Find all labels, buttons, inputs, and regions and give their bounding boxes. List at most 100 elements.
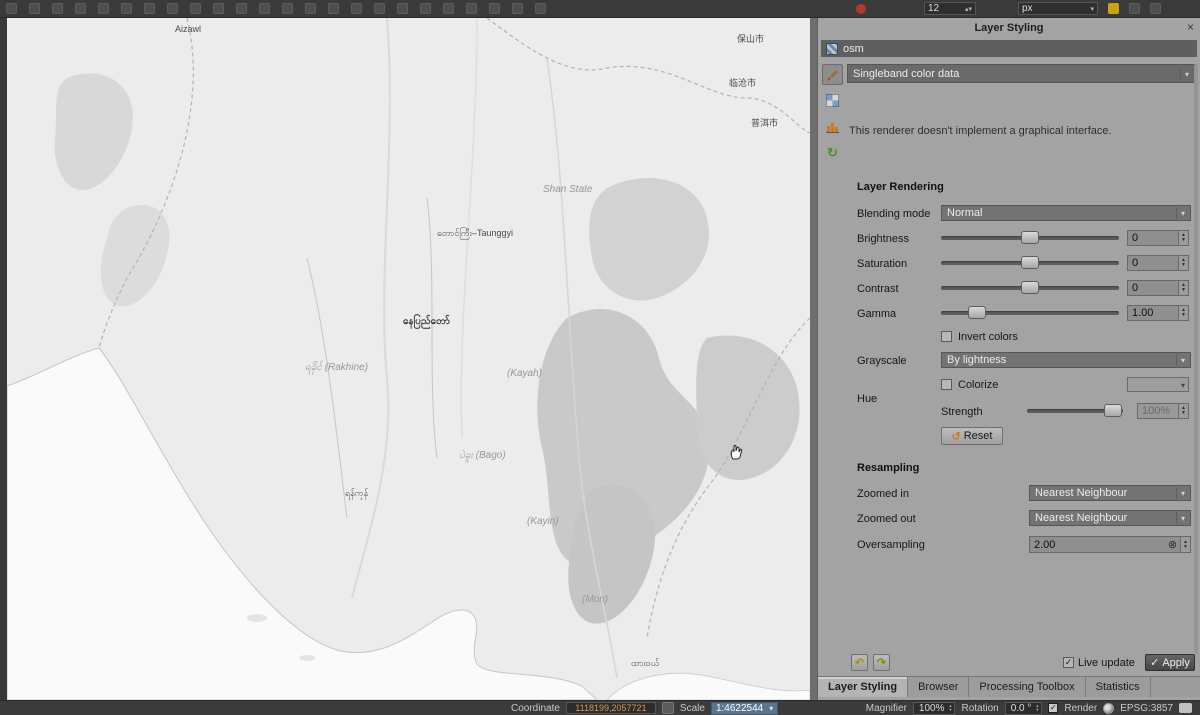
toolbar-icon[interactable]: [466, 3, 477, 14]
tab-history-icon[interactable]: [822, 142, 843, 163]
rotation-value: 0.0 °: [1011, 703, 1032, 714]
map-label: Shan State: [543, 184, 592, 195]
slider-handle[interactable]: [1104, 404, 1122, 417]
tab-layer-styling[interactable]: Layer Styling: [818, 677, 908, 697]
tab-browser[interactable]: Browser: [908, 677, 969, 697]
map-label: 保山市: [737, 32, 764, 45]
toolbar-icon[interactable]: [374, 3, 385, 14]
tab-processing-toolbox[interactable]: Processing Toolbox: [969, 677, 1085, 697]
toolbar-icon[interactable]: [420, 3, 431, 14]
invert-colors-checkbox[interactable]: [941, 331, 952, 342]
zoomed-out-select[interactable]: Nearest Neighbour: [1029, 510, 1191, 526]
font-unit-select[interactable]: px ▾: [1018, 2, 1098, 15]
toolbar-icon[interactable]: [190, 3, 201, 14]
toolbar-icon[interactable]: [351, 3, 362, 14]
toolbar-icon[interactable]: [52, 3, 63, 14]
panel-scrollbar[interactable]: [1194, 64, 1198, 654]
toolbar-icon[interactable]: [328, 3, 339, 14]
spinner-arrows-icon[interactable]: [1178, 231, 1188, 245]
live-update-checkbox[interactable]: [1063, 657, 1074, 668]
toolbar-icon[interactable]: [75, 3, 86, 14]
undo-style-button[interactable]: [851, 654, 868, 671]
rotation-spinbox[interactable]: 0.0 °: [1005, 702, 1043, 715]
saturation-slider[interactable]: [941, 256, 1119, 270]
toolbar-icon[interactable]: [397, 3, 408, 14]
toolbar-icon[interactable]: [512, 3, 523, 14]
font-unit-value: px: [1022, 3, 1090, 14]
spinner-arrows-icon[interactable]: [1178, 404, 1188, 418]
contrast-slider[interactable]: [941, 281, 1119, 295]
spinner-arrows-icon[interactable]: [1178, 256, 1188, 270]
reset-button[interactable]: Reset: [941, 427, 1003, 445]
tab-symbology-icon[interactable]: [822, 64, 843, 85]
crs-label[interactable]: EPSG:3857: [1120, 703, 1173, 714]
map-canvas[interactable]: Aizawl保山市临沧市普洱市Shan Stateတောင်ကြီး–Taung…: [7, 18, 810, 700]
map-label: (Kayah): [507, 368, 542, 379]
toolbar-icon[interactable]: [236, 3, 247, 14]
toolbar-icon[interactable]: [305, 3, 316, 14]
toolbar-icon[interactable]: [1129, 3, 1140, 14]
tab-transparency-icon[interactable]: [822, 90, 843, 111]
toolbar-icon[interactable]: [29, 3, 40, 14]
spinner-arrows-icon[interactable]: [1035, 704, 1039, 712]
contrast-spinbox[interactable]: 0: [1127, 280, 1189, 296]
toolbar-icon[interactable]: [98, 3, 109, 14]
brightness-spinbox[interactable]: 0: [1127, 230, 1189, 246]
close-icon[interactable]: ×: [1187, 20, 1194, 34]
strength-spinbox[interactable]: 100%: [1137, 403, 1189, 419]
toolbar-icon[interactable]: [1150, 3, 1161, 14]
clear-value-icon[interactable]: [1168, 538, 1177, 551]
slider-handle[interactable]: [1021, 281, 1039, 294]
toolbar-icon[interactable]: [489, 3, 500, 14]
spinner-arrows-icon[interactable]: [949, 704, 953, 712]
slider-handle[interactable]: [1021, 256, 1039, 269]
apply-button[interactable]: ✓ Apply: [1145, 654, 1195, 671]
oversampling-spinbox[interactable]: 2.00: [1029, 536, 1191, 553]
spinner-arrows-icon[interactable]: [1178, 281, 1188, 295]
text-color-icon[interactable]: [856, 4, 866, 14]
grayscale-select[interactable]: By lightness: [941, 352, 1191, 368]
toolbar-icon[interactable]: [282, 3, 293, 14]
slider-handle[interactable]: [968, 306, 986, 319]
extents-icon[interactable]: [662, 702, 674, 714]
toolbar-icon[interactable]: [167, 3, 178, 14]
crs-icon[interactable]: [1103, 703, 1114, 714]
toolbar-icon[interactable]: [6, 3, 17, 14]
tab-statistics[interactable]: Statistics: [1086, 677, 1151, 697]
slider-handle[interactable]: [1021, 231, 1039, 244]
tab-histogram-icon[interactable]: [822, 116, 843, 137]
toolbar-icon[interactable]: [443, 3, 454, 14]
toolbar-icon[interactable]: [259, 3, 270, 14]
gamma-spinbox[interactable]: 1.00: [1127, 305, 1189, 321]
renderer-select[interactable]: Singleband color data: [847, 64, 1195, 83]
highlight-color-icon[interactable]: [1108, 3, 1119, 14]
strength-slider[interactable]: [1027, 404, 1123, 418]
toolbar-icon[interactable]: [121, 3, 132, 14]
brightness-slider[interactable]: [941, 231, 1119, 245]
colorize-checkbox[interactable]: [941, 379, 952, 390]
resampling-heading: Resampling: [857, 462, 919, 474]
font-size-input[interactable]: 12 ▴▾: [924, 2, 976, 15]
gamma-slider[interactable]: [941, 306, 1119, 320]
colorize-color-swatch[interactable]: [1127, 377, 1189, 392]
spinner-arrows-icon[interactable]: [1180, 537, 1190, 552]
scale-select[interactable]: 1:4622544: [711, 702, 778, 715]
log-messages-icon[interactable]: [1179, 703, 1192, 713]
undo-icon: [855, 656, 864, 669]
render-checkbox[interactable]: [1048, 703, 1058, 713]
map-label: ထားဝယ်: [631, 658, 659, 671]
magnifier-spinbox[interactable]: 100%: [913, 702, 956, 715]
chevron-down-icon: [769, 703, 773, 714]
coordinate-input[interactable]: [566, 702, 656, 714]
layer-header[interactable]: osm: [821, 40, 1197, 57]
blending-mode-select[interactable]: Normal: [941, 205, 1191, 221]
toolbar-icon[interactable]: [213, 3, 224, 14]
toolbar-icon[interactable]: [144, 3, 155, 14]
toolbar-icon[interactable]: [535, 3, 546, 14]
saturation-spinbox[interactable]: 0: [1127, 255, 1189, 271]
renderer-message: This renderer doesn't implement a graphi…: [849, 125, 1192, 137]
spinner-arrows-icon[interactable]: ▴▾: [965, 5, 972, 13]
zoomed-in-select[interactable]: Nearest Neighbour: [1029, 485, 1191, 501]
spinner-arrows-icon[interactable]: [1178, 306, 1188, 320]
redo-style-button[interactable]: [873, 654, 890, 671]
